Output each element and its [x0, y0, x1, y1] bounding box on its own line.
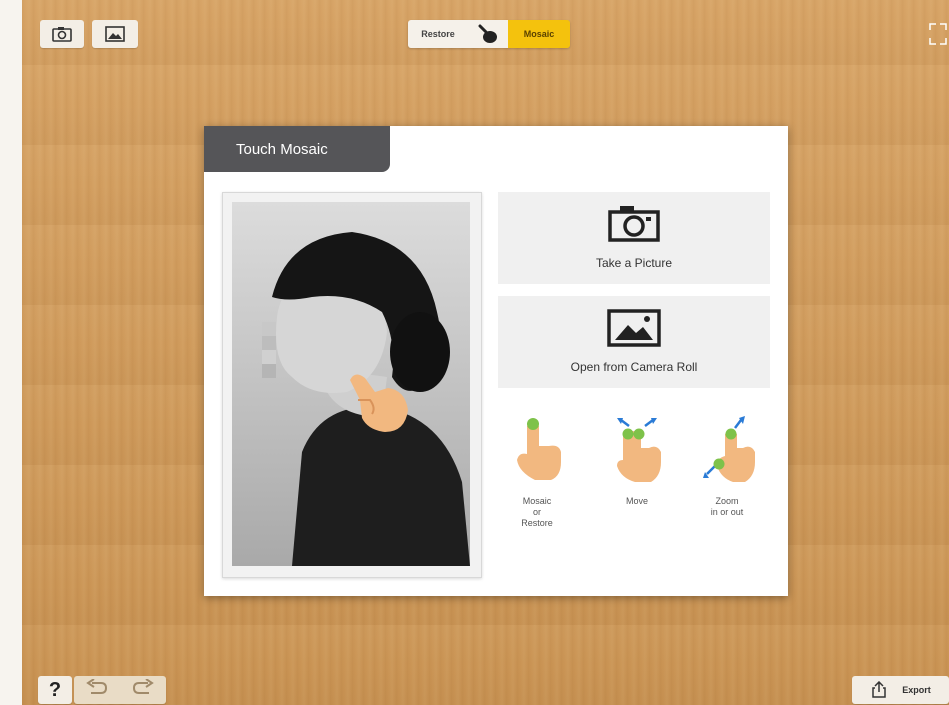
photo-library-button[interactable] [92, 20, 138, 48]
export-label: Export [902, 685, 931, 695]
portrait-image [232, 202, 470, 566]
take-picture-button[interactable]: Take a Picture [498, 192, 770, 284]
take-picture-label: Take a Picture [595, 256, 673, 270]
open-roll-label: Open from Camera Roll [570, 360, 698, 374]
gesture-move-label: Move [625, 496, 648, 506]
mode-restore[interactable]: Restore [408, 20, 468, 48]
mode-toggle-hand[interactable] [468, 20, 508, 48]
photo-icon [105, 26, 125, 42]
undo-redo-group [74, 676, 166, 704]
sample-photo-frame [222, 192, 482, 578]
gesture-zoom: Zoom in or out [687, 416, 767, 576]
camera-large-icon [608, 206, 660, 242]
undo-icon [86, 677, 108, 694]
mode-mosaic[interactable]: Mosaic [508, 20, 570, 48]
hand-pointer-icon [478, 24, 497, 43]
camera-button[interactable] [40, 20, 84, 48]
pinch-zoom-icon [703, 416, 755, 482]
open-camera-roll-button[interactable]: Open from Camera Roll [498, 296, 770, 388]
touch-mosaic-dialog: Touch Mosaic Take a Picture Open from Ca… [204, 126, 788, 596]
share-icon [872, 681, 886, 698]
dialog-title: Touch Mosaic [204, 126, 390, 172]
tap-gesture-icon [517, 418, 561, 480]
sample-photo [232, 202, 470, 566]
undo-button[interactable] [85, 677, 109, 702]
fullscreen-icon [929, 23, 947, 45]
help-button[interactable]: ? [38, 676, 72, 704]
gesture-mosaic: Mosaic or Restore [497, 416, 577, 576]
two-finger-drag-icon [617, 418, 661, 482]
gesture-move: Move [597, 416, 677, 576]
gesture-zoom-label: Zoom in or out [710, 496, 744, 517]
camera-icon [52, 27, 72, 42]
redo-icon [132, 677, 154, 694]
fullscreen-button[interactable] [928, 22, 948, 46]
export-button[interactable]: Export [852, 676, 949, 704]
redo-button[interactable] [131, 677, 155, 702]
gesture-mosaic-label: Mosaic or Restore [521, 496, 553, 528]
left-edge [0, 0, 22, 705]
mode-switch[interactable]: Restore Mosaic [408, 20, 570, 48]
picture-large-icon [607, 309, 661, 347]
